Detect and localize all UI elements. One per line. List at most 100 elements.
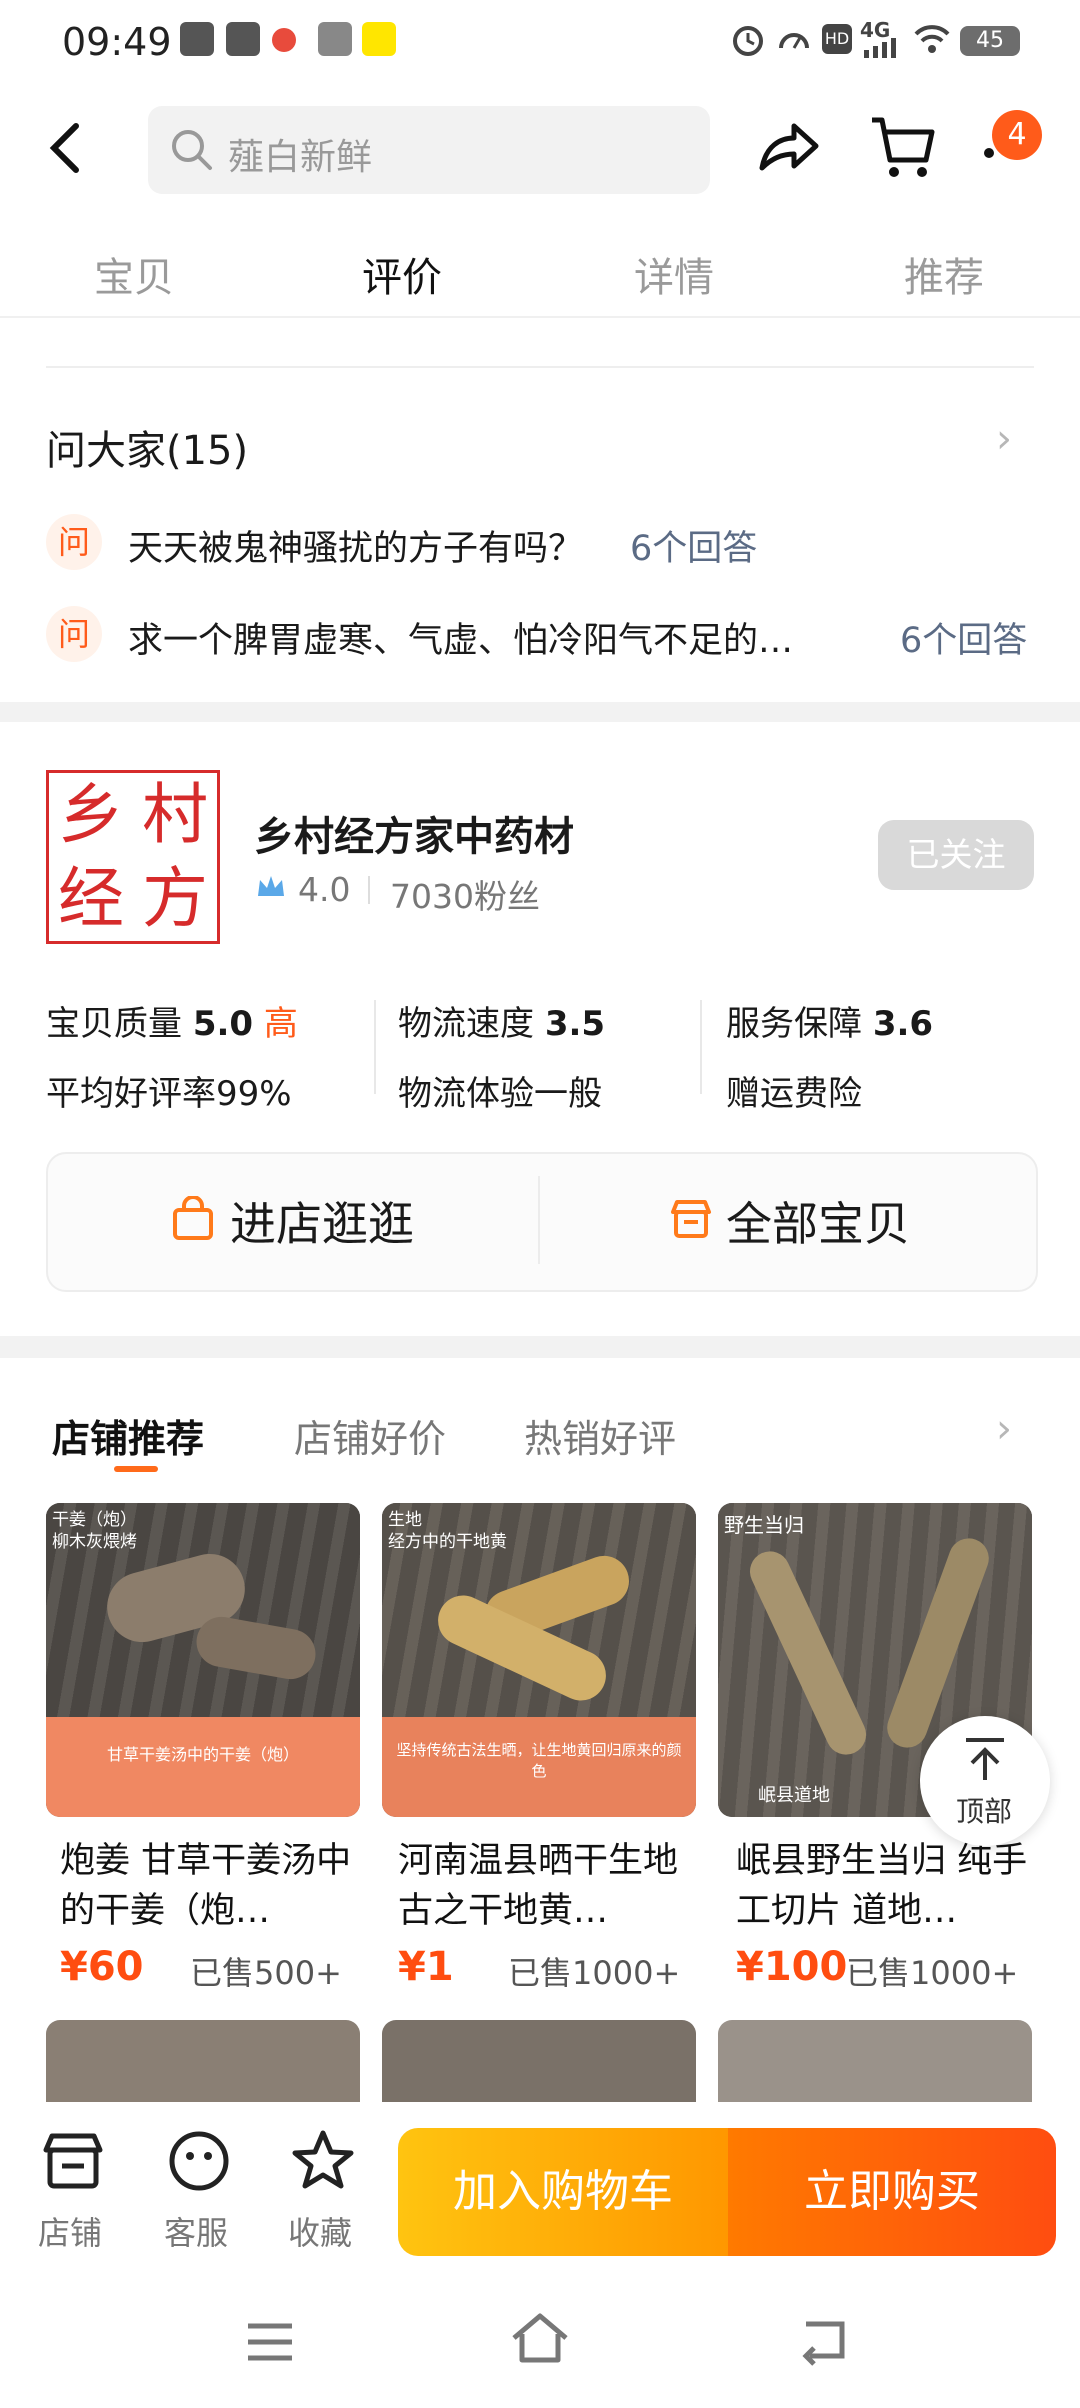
product-sold: 已售1000+ <box>508 1954 681 1992</box>
metric-label: 物流速度 <box>398 1004 534 1044</box>
product-title[interactable]: 炮姜 甘草干姜汤中的干姜（炮… <box>60 1836 360 1936</box>
arrow-up-icon <box>966 1738 1004 1780</box>
back-to-top-button[interactable]: 顶部 <box>920 1716 1050 1846</box>
question-badge: 问 <box>46 514 102 570</box>
tab-store-recommend[interactable]: 店铺推荐 <box>52 1408 204 1463</box>
home-icon[interactable] <box>508 2310 572 2366</box>
bag-icon <box>173 1196 213 1240</box>
store-fans: 7030粉丝 <box>390 877 540 916</box>
buy-now-button[interactable]: 立即购买 <box>728 2128 1056 2256</box>
service-tab-label: 客服 <box>164 2214 229 2252</box>
follow-button[interactable]: 已关注 <box>878 820 1034 890</box>
image-banner: 坚持传统古法生晒，让生地黄回归原来的颜色 <box>382 1717 696 1817</box>
notification-badge: 4 <box>992 110 1042 160</box>
product-image[interactable]: 生地 经方中的干地黄 坚持传统古法生晒，让生地黄回归原来的颜色 <box>382 1503 696 1817</box>
metric-logistics: 物流速度 3.5 <box>398 996 605 1045</box>
image-label: 干姜（炮） 柳木灰煨烤 <box>52 1510 137 1552</box>
divider <box>368 876 370 904</box>
all-items-button[interactable]: 全部宝贝 <box>664 1188 1024 1252</box>
favorite-tab-button[interactable]: 收藏 <box>284 2128 364 2258</box>
store-name[interactable]: 乡村经方家中药材 <box>254 804 574 862</box>
tab-xiangqing[interactable]: 详情 <box>634 245 714 303</box>
speed-icon <box>779 33 809 49</box>
customer-service-icon <box>169 2131 229 2191</box>
signal-icon <box>864 38 896 58</box>
battery-indicator: 45 <box>960 26 1020 56</box>
back-nav-icon[interactable] <box>796 2314 852 2366</box>
product-sold: 已售500+ <box>190 1954 342 1992</box>
product-title[interactable]: 岷县野生当归 纯手工切片 道地… <box>736 1836 1036 1936</box>
image-caption: 岷县道地 <box>758 1785 830 1806</box>
chevron-right-icon[interactable]: › <box>996 1406 1012 1452</box>
product-sold: 已售1000+ <box>846 1954 1019 1992</box>
chevron-right-icon[interactable]: › <box>996 416 1012 462</box>
store-tab-button[interactable]: 店铺 <box>34 2128 114 2258</box>
store-icon <box>43 2133 103 2189</box>
store-tab-label: 店铺 <box>38 2214 103 2252</box>
answer-count[interactable]: 6个回答 <box>630 520 757 571</box>
all-items-label: 全部宝贝 <box>726 1197 910 1251</box>
product-image[interactable] <box>46 2020 360 2102</box>
active-tab-indicator <box>114 1466 158 1472</box>
document-notification-icon <box>318 22 352 56</box>
metric-sub: 物流体验一般 <box>398 1074 602 1114</box>
image-label: 生地 经方中的干地黄 <box>388 1510 507 1552</box>
image-caption: 甘草干姜汤中的干姜（炮） <box>106 1745 299 1764</box>
metric-value: 3.5 <box>544 1004 606 1044</box>
hd-icon: HD <box>822 24 852 54</box>
question-badge: 问 <box>46 606 102 662</box>
store-logo-char: 方 <box>142 860 208 937</box>
search-input[interactable]: 薤白新鲜 <box>148 106 710 194</box>
back-icon[interactable] <box>46 120 86 176</box>
tab-store-deals[interactable]: 店铺好价 <box>294 1408 446 1463</box>
back-to-top-label: 顶部 <box>956 1795 1013 1828</box>
cart-icon[interactable] <box>868 112 938 182</box>
more-icon[interactable] <box>984 148 994 158</box>
divider <box>538 1176 540 1264</box>
product-price: ¥60 <box>60 1944 144 1990</box>
image-banner: 甘草干姜汤中的干姜（炮） <box>46 1717 360 1817</box>
divider <box>374 1000 376 1094</box>
crown-icon <box>258 876 284 896</box>
metric-tag: 高 <box>263 1004 298 1044</box>
metric-label: 宝贝质量 <box>46 1004 182 1044</box>
question-text[interactable]: 求一个脾胃虚寒、气虚、怕冷阳气不足的… <box>128 612 793 663</box>
store-logo-char: 乡 <box>58 776 124 853</box>
status-time: 09:49 <box>62 20 172 64</box>
tab-hot-reviews[interactable]: 热销好评 <box>524 1408 676 1463</box>
menu-icon[interactable] <box>244 2320 296 2364</box>
search-icon <box>172 130 212 170</box>
product-image[interactable] <box>718 2020 1032 2102</box>
tab-tuijian[interactable]: 推荐 <box>904 245 984 303</box>
ask-title[interactable]: 问大家(15) <box>46 418 248 476</box>
metric-value: 5.0 <box>192 1004 254 1044</box>
metric-sub: 平均好评率99% <box>46 1074 292 1114</box>
store-logo-char: 经 <box>58 860 124 937</box>
app-badge-icon <box>362 22 396 56</box>
add-to-cart-button[interactable]: 加入购物车 <box>398 2128 728 2256</box>
wifi-icon <box>914 25 950 53</box>
product-image[interactable] <box>382 2020 696 2102</box>
product-title[interactable]: 河南温县晒干生地 古之干地黄… <box>398 1836 698 1936</box>
store-logo-char: 村 <box>142 776 208 853</box>
favorite-tab-label: 收藏 <box>288 2214 353 2252</box>
product-price: ¥100 <box>736 1944 848 1990</box>
status-bar: 09:49 HD 4G 45 <box>0 0 1080 86</box>
metric-sub: 赠运费险 <box>726 1074 862 1114</box>
question-text[interactable]: 天天被鬼神骚扰的方子有吗？ <box>128 520 583 571</box>
app-notification-icon <box>180 22 214 56</box>
store-logo[interactable]: 乡村经方 <box>46 770 220 944</box>
share-icon[interactable] <box>756 116 820 180</box>
location-notification-icon <box>272 28 296 52</box>
answer-count[interactable]: 6个回答 <box>900 612 1027 663</box>
store-icon <box>671 1200 711 1238</box>
enter-store-label: 进店逛逛 <box>230 1197 414 1251</box>
star-icon <box>292 2130 354 2189</box>
product-image[interactable]: 干姜（炮） 柳木灰煨烤 甘草干姜汤中的干姜（炮） <box>46 1503 360 1817</box>
enter-store-button[interactable]: 进店逛逛 <box>140 1188 520 1252</box>
tab-pingjia[interactable]: 评价 <box>362 245 442 303</box>
metric-service: 服务保障 3.6 <box>726 996 933 1045</box>
metric-label: 服务保障 <box>726 1004 862 1044</box>
tab-baobei[interactable]: 宝贝 <box>94 245 174 303</box>
service-tab-button[interactable]: 客服 <box>160 2128 240 2258</box>
